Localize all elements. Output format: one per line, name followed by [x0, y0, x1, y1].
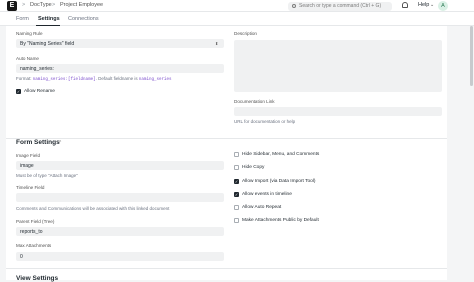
breadcrumb-separator: > — [52, 2, 56, 8]
tab-form[interactable]: Form — [16, 16, 29, 22]
top-navbar: E > DocType > Project Employee Search or… — [0, 0, 474, 12]
help-dropdown[interactable]: Help — [418, 2, 429, 8]
description-textarea[interactable] — [234, 40, 442, 92]
timeline-field-label: Timeline Field — [16, 185, 45, 190]
naming-rule-select[interactable]: By "Naming Series" field — [16, 39, 224, 48]
allow-import-label: Allow Import (via Data Import Tool) — [242, 179, 316, 184]
naming-rule-value: By "Naming Series" field — [20, 41, 75, 47]
auto-name-label: Auto Name — [16, 56, 39, 61]
view-settings-section: View Settings — [6, 268, 447, 282]
search-icon — [292, 3, 296, 8]
allow-rename-label: Allow Rename — [24, 89, 55, 94]
app-logo[interactable]: E — [7, 1, 17, 11]
documentation-link-label: Documentation Link — [234, 99, 275, 104]
form-settings-section: Form Settings ⌃ Image Field image Must b… — [6, 138, 447, 268]
attachments-public-checkbox[interactable] — [234, 218, 239, 223]
tab-settings[interactable]: Settings — [38, 16, 60, 22]
auto-name-format-hint: Format: naming_series:[fieldname]. Defau… — [16, 76, 172, 82]
format-code: naming_series:[fieldname] — [32, 78, 96, 82]
attachments-public-label: Make Attachments Public by Default — [242, 218, 319, 223]
allow-import-checkbox[interactable]: ✓ — [234, 179, 239, 184]
allow-events-timeline-checkbox[interactable]: ✓ — [234, 192, 239, 197]
select-arrows-icon: ⬍ — [215, 41, 219, 46]
image-field-select[interactable]: image — [16, 161, 224, 170]
chevron-down-icon: ⌄ — [430, 1, 435, 8]
scrollbar[interactable] — [470, 26, 473, 86]
allow-rename-checkbox[interactable]: ✓ — [16, 89, 21, 94]
parent-field-value: reports_to — [20, 229, 43, 235]
breadcrumb-doctype[interactable]: DocType — [30, 2, 52, 8]
allow-events-timeline-label: Allow events in timeline — [242, 192, 292, 197]
tab-connections[interactable]: Connections — [68, 16, 99, 22]
image-field-value: image — [20, 163, 34, 169]
form-tabs: Form Settings Connections — [0, 12, 474, 26]
allow-auto-repeat-label: Allow Auto Repeat — [242, 205, 282, 210]
breadcrumb-current[interactable]: Project Employee — [60, 2, 103, 8]
naming-rule-label: Naming Rule — [16, 31, 43, 36]
hide-copy-checkbox[interactable] — [234, 165, 239, 170]
allow-auto-repeat-checkbox[interactable] — [234, 205, 239, 210]
max-attachments-value: 0 — [20, 254, 23, 260]
max-attachments-input[interactable]: 0 — [16, 252, 224, 261]
hide-sidebar-label: Hide Sidebar, Menu, and Comments — [242, 152, 320, 157]
format-mid: . Default fieldname is — [95, 76, 138, 81]
format-prefix: Format: — [16, 76, 32, 81]
timeline-field-select[interactable] — [16, 193, 224, 202]
description-label: Description — [234, 31, 257, 36]
hide-copy-label: Hide Copy — [242, 165, 265, 170]
parent-field-label: Parent Field (Tree) — [16, 219, 55, 224]
search-placeholder: Search or type a command (Ctrl + G) — [299, 3, 382, 10]
auto-name-value: naming_series: — [20, 66, 54, 72]
chevron-up-icon[interactable]: ⌃ — [58, 140, 62, 146]
naming-section: Naming Rule By "Naming Series" field ⬍ A… — [6, 26, 447, 138]
auto-name-input[interactable]: naming_series: — [16, 64, 224, 73]
breadcrumb-separator: > — [22, 2, 26, 8]
timeline-field-hint: Comments and Communications will be asso… — [16, 206, 170, 211]
documentation-link-input[interactable] — [234, 107, 442, 116]
form-settings-title[interactable]: Form Settings — [16, 139, 60, 146]
view-settings-title[interactable]: View Settings — [16, 275, 58, 282]
image-field-label: Image Field — [16, 153, 41, 158]
bell-icon[interactable] — [402, 2, 408, 8]
avatar[interactable]: A — [438, 1, 448, 11]
hide-sidebar-checkbox[interactable] — [234, 152, 239, 157]
documentation-link-hint: URL for documentation or help — [234, 119, 296, 124]
search-input[interactable]: Search or type a command (Ctrl + G) — [288, 1, 392, 11]
image-field-hint: Must be of type "Attach Image" — [16, 173, 78, 178]
format-default: naming_series — [138, 78, 172, 82]
parent-field-select[interactable]: reports_to — [16, 227, 224, 236]
max-attachments-label: Max Attachments — [16, 243, 52, 248]
